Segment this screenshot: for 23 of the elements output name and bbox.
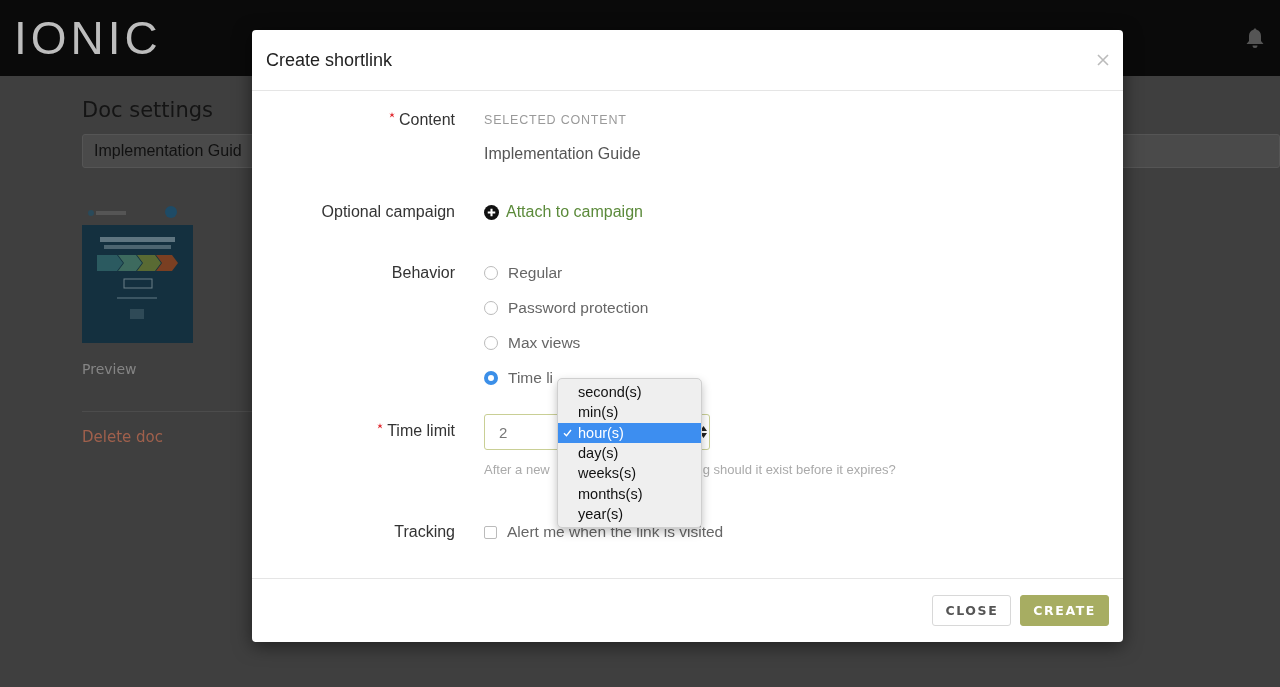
close-button[interactable]: CLOSE <box>932 595 1012 626</box>
logo[interactable]: IONIC <box>14 11 162 65</box>
dropdown-option[interactable]: months(s) <box>558 483 701 504</box>
radio-label: Max views <box>508 333 581 352</box>
radio-label: Time li <box>508 368 554 387</box>
dropdown-option[interactable]: second(s) <box>558 382 701 403</box>
dropdown-option[interactable]: min(s) <box>558 402 701 423</box>
field-label: Time limit <box>387 421 455 441</box>
field-label: Tracking <box>394 522 455 542</box>
dropdown-option[interactable]: day(s) <box>558 442 701 464</box>
radio-label: Password protection <box>508 298 649 317</box>
help-text: After a new <box>484 461 550 479</box>
dialog-title: Create shortlink <box>266 49 393 71</box>
field-label: Content <box>398 110 455 130</box>
field-label: Optional campaign <box>321 202 455 222</box>
content-value: Implementation Guide <box>484 144 642 164</box>
dropdown-option[interactable]: weeks(s) <box>558 463 701 484</box>
dropdown-option[interactable]: year(s) <box>558 503 701 525</box>
radio-label: Regular <box>508 263 563 282</box>
attach-link[interactable]: Attach to campaign <box>484 202 1123 222</box>
help-text: g should it exist before it expires? <box>702 461 896 479</box>
field-caption: SELECTED CONTENT <box>484 112 628 129</box>
field-label: Behavior <box>391 262 455 283</box>
